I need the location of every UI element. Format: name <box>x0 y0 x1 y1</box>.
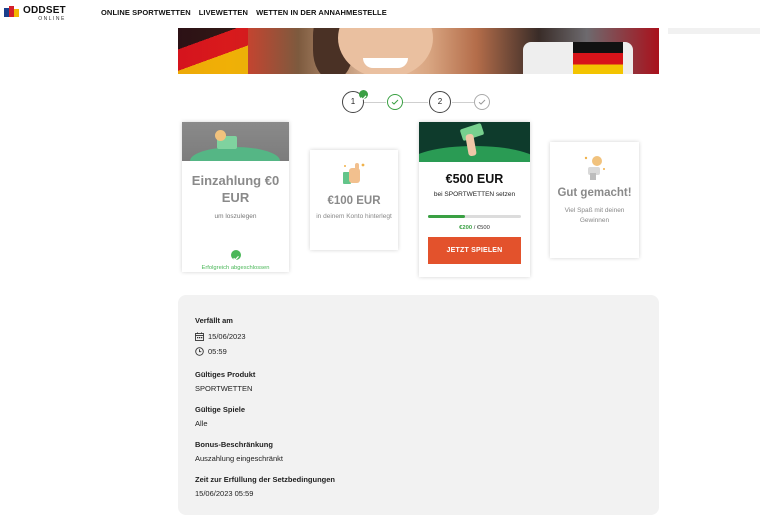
step-1-number: 1 <box>350 97 356 106</box>
wager-progress-current: €200 <box>459 225 473 231</box>
oddset-logo[interactable]: ODDSET ONLINE <box>4 6 66 22</box>
main-nav: ONLINE SPORTWETTEN LIVEWETTEN WETTEN IN … <box>101 8 387 17</box>
deadline-value: 15/06/2023 05:59 <box>195 489 254 498</box>
nav-livewetten[interactable]: LIVEWETTEN <box>199 8 248 17</box>
step-done-badge-icon <box>359 90 368 101</box>
wager-progress-total: / €500 <box>473 225 490 231</box>
reward-title: Gut gemacht! <box>557 187 632 199</box>
expires-date: 15/06/2023 <box>208 332 246 341</box>
calendar-icon <box>195 332 204 341</box>
expires-label: Verfällt am <box>195 316 233 325</box>
step-2-circle: 2 <box>429 91 451 113</box>
limit-label: Bonus-Beschränkung <box>195 440 273 449</box>
games-section: Gültige Spiele Alle <box>195 405 245 428</box>
step-1-circle: 1 <box>342 90 368 113</box>
balance-subtitle: in deinem Konto hinterlegt <box>316 213 392 220</box>
logo-mark-icon <box>4 6 20 17</box>
side-strip <box>668 28 760 34</box>
clock-icon <box>195 347 204 356</box>
success-check-icon <box>230 250 241 261</box>
thumbs-up-money-icon <box>339 160 369 186</box>
expires-section: Verfällt am 15/06/2023 05:59 <box>195 316 246 356</box>
limit-section: Bonus-Beschränkung Auszahlung eingeschrä… <box>195 440 283 463</box>
wager-progress-fill <box>428 215 466 218</box>
nav-wetten-annahmestelle[interactable]: WETTEN IN DER ANNAHMESTELLE <box>256 8 387 17</box>
deposit-status: Erfolgreich abgeschlossen <box>201 265 270 271</box>
wager-subtitle: bei SPORTWETTEN setzen <box>433 191 516 198</box>
cash-hand-illustration-icon <box>419 122 530 162</box>
wager-progress-text: €200 / €500 <box>419 225 530 231</box>
top-navigation: ODDSET ONLINE ONLINE SPORTWETTEN LIVEWET… <box>0 0 760 28</box>
wager-title: €500 EUR <box>445 172 504 186</box>
deposit-title: Einzahlung €0 EUR <box>191 173 280 205</box>
deposit-card: Einzahlung €0 EUR um loszulegen Erfolgre… <box>182 122 289 272</box>
deposit-subtitle: um loszulegen <box>214 213 257 220</box>
step-2-number: 2 <box>437 97 443 106</box>
wager-card: €500 EUR bei SPORTWETTEN setzen €200 / €… <box>419 122 530 277</box>
nav-online-sportwetten[interactable]: ONLINE SPORTWETTEN <box>101 8 191 17</box>
balance-card: €100 EUR in deinem Konto hinterlegt <box>310 150 398 250</box>
step-check-complete-icon <box>387 94 403 110</box>
step-check-pending-icon <box>474 94 490 110</box>
play-now-button[interactable]: JETZT SPIELEN <box>428 237 521 264</box>
step-indicator: 1 2 <box>342 90 494 113</box>
deadline-label: Zeit zur Erfüllung der Setzbedingungen <box>195 475 335 484</box>
reward-subtitle: Viel Spaß mit deinen Gewinnen <box>564 207 625 224</box>
hero-banner-image <box>178 28 659 74</box>
celebration-icon <box>582 153 608 181</box>
wager-progress-bar <box>428 215 521 218</box>
product-value: SPORTWETTEN <box>195 384 253 393</box>
logo-main-text: ODDSET <box>23 5 66 16</box>
bonus-details-panel: Verfällt am 15/06/2023 05:59 Gültiges Pr… <box>178 295 659 515</box>
product-section: Gültiges Produkt SPORTWETTEN <box>195 370 255 393</box>
games-label: Gültige Spiele <box>195 405 246 414</box>
limit-value: Auszahlung eingeschränkt <box>195 454 283 463</box>
games-value: Alle <box>195 419 208 428</box>
balance-title: €100 EUR <box>327 195 381 207</box>
deadline-section: Zeit zur Erfüllung der Setzbedingungen 1… <box>195 475 335 498</box>
product-label: Gültiges Produkt <box>195 370 256 379</box>
expires-time: 05:59 <box>208 347 227 356</box>
logo-sub-text: ONLINE <box>38 16 66 22</box>
money-illustration-icon <box>182 122 289 161</box>
reward-card: Gut gemacht! Viel Spaß mit deinen Gewinn… <box>550 142 639 258</box>
